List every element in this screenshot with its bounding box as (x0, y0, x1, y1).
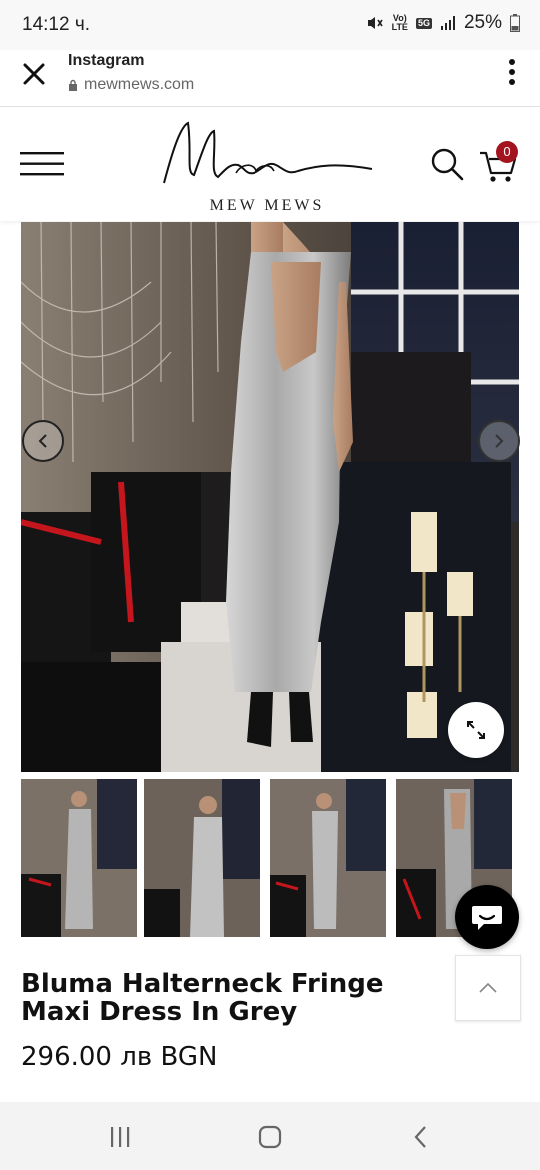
thumbnail-1-photo (21, 779, 137, 937)
network-type: 5G (415, 17, 432, 29)
site-header: MEW MEWS 0 (0, 107, 540, 221)
gallery-prev-button[interactable] (22, 420, 64, 462)
thumbnail-3-photo (270, 779, 386, 937)
mute-icon (367, 17, 383, 29)
volte-indicator: Vo) LTE (391, 13, 408, 32)
hamburger-icon[interactable] (20, 151, 64, 177)
battery-percent: 25% (463, 12, 502, 33)
product-photo (21, 222, 519, 772)
back-icon (414, 1126, 426, 1148)
recents-icon (111, 1127, 130, 1147)
status-bar: 14:12 ч. Vo) LTE 5G 25% (0, 0, 540, 50)
close-icon[interactable] (20, 60, 48, 88)
home-icon (258, 1125, 282, 1149)
battery-icon (510, 14, 520, 32)
logo-signature (163, 121, 373, 184)
chat-button[interactable] (455, 885, 519, 949)
thumbnail-1[interactable] (21, 779, 137, 937)
brand-wordmark: MEW MEWS (209, 197, 325, 214)
thumbnail-2-photo (144, 779, 260, 937)
thumbnail-2[interactable] (144, 779, 260, 937)
signal-icon (440, 16, 455, 30)
chevron-right-icon (495, 434, 504, 448)
chevron-left-icon (38, 434, 47, 448)
gallery-next-button[interactable] (478, 420, 520, 462)
url-text: mewmews.com (84, 76, 195, 93)
chevron-up-icon (479, 982, 497, 993)
product-title: Bluma Halterneck Fringe Maxi Dress In Gr… (21, 969, 384, 1027)
status-icons: Vo) LTE 5G 25% (366, 12, 520, 34)
chat-icon (472, 906, 502, 930)
browser-app-name: Instagram (68, 52, 145, 69)
thumbnail-3[interactable] (270, 779, 386, 937)
zoom-button[interactable] (448, 702, 504, 758)
lock-icon (69, 79, 77, 91)
more-vert-icon[interactable] (508, 58, 516, 86)
search-icon[interactable] (430, 147, 464, 181)
browser-bar: Instagram mewmews.com (0, 50, 540, 107)
back-button[interactable] (406, 1122, 436, 1152)
expand-icon (467, 721, 485, 739)
scroll-to-top-button[interactable] (455, 955, 521, 1021)
browser-url: mewmews.com (68, 76, 194, 94)
brand-logo[interactable]: MEW MEWS (158, 113, 376, 214)
cart-count-badge: 0 (496, 141, 518, 163)
product-price: 296.00 лв BGN (21, 1042, 218, 1072)
home-button[interactable] (255, 1122, 285, 1152)
product-main-image[interactable] (21, 222, 519, 772)
system-nav-bar (0, 1102, 540, 1170)
status-time: 14:12 ч. (22, 14, 91, 35)
recents-button[interactable] (105, 1122, 135, 1152)
